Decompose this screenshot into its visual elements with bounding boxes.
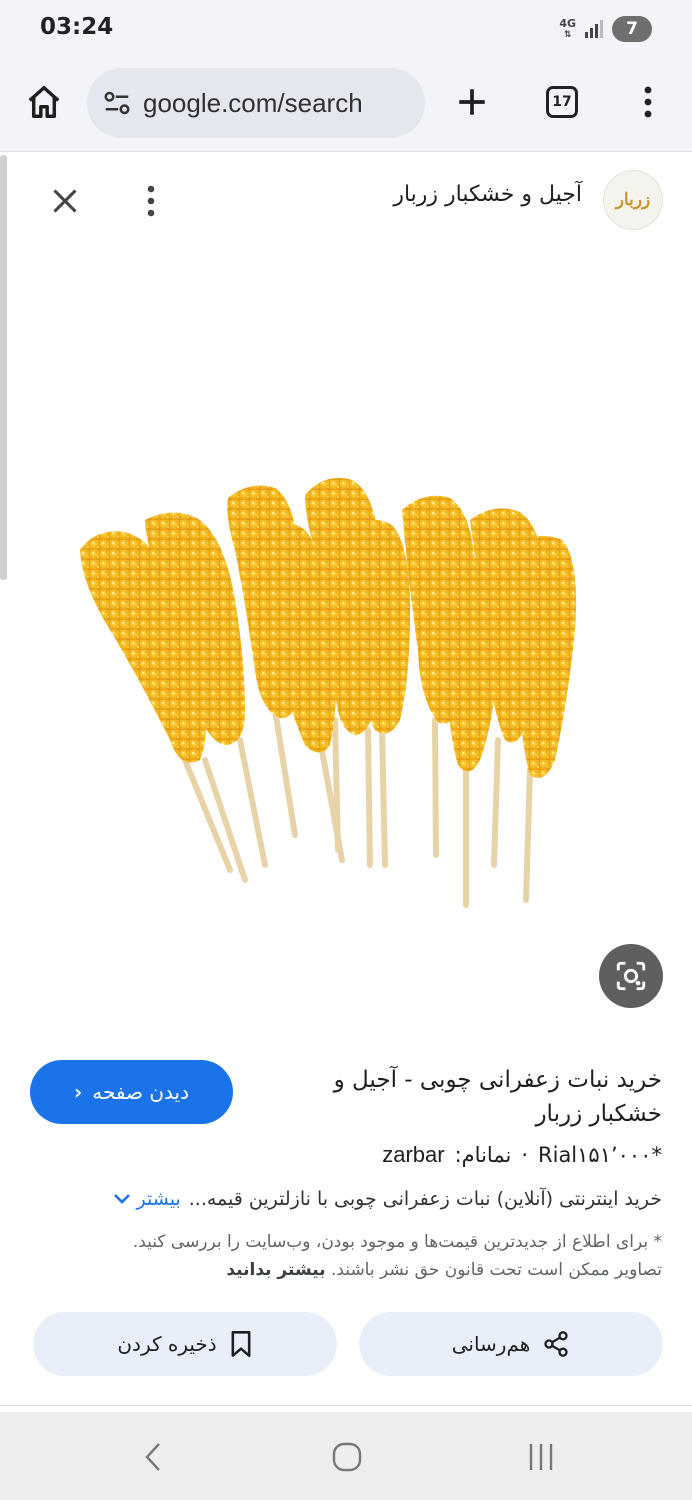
browser-menu-button[interactable]	[624, 78, 672, 126]
address-bar[interactable]: google.com/search	[87, 68, 425, 138]
url-text: google.com/search	[143, 87, 363, 118]
chevron-down-icon	[113, 1194, 130, 1204]
browser-toolbar: google.com/search 17	[0, 58, 692, 152]
home-nav-button[interactable]	[322, 1432, 372, 1482]
home-icon	[28, 86, 60, 118]
recents-icon	[529, 1444, 553, 1470]
visit-page-label: دیدن صفحه	[92, 1080, 189, 1104]
status-icons: 4G ⇅ 7	[559, 14, 652, 44]
home-circle-icon	[332, 1442, 362, 1472]
back-icon	[145, 1443, 160, 1471]
plus-icon	[459, 89, 485, 115]
status-bar: 03:24 4G ⇅ 7	[0, 0, 692, 58]
learn-more-link[interactable]: بیشتر بدانید	[226, 1260, 325, 1280]
disclaimer: * برای اطلاع از جدیدترین قیمت‌ها و موجود…	[110, 1228, 662, 1284]
lens-search-button[interactable]	[599, 944, 663, 1008]
result-title[interactable]: خرید نبات زعفرانی چوبی - آجیل و خشکبار ز…	[292, 1063, 662, 1131]
disclaimer-text: * برای اطلاع از جدیدترین قیمت‌ها و موجود…	[132, 1232, 662, 1280]
chevron-left-icon: ‹	[74, 1080, 83, 1104]
more-label: بیشتر	[136, 1188, 181, 1210]
site-settings-icon[interactable]	[101, 87, 133, 119]
data-arrows-icon: ⇅	[563, 29, 572, 40]
save-button[interactable]: ذخیره کردن	[33, 1312, 337, 1376]
save-label: ذخیره کردن	[117, 1332, 217, 1356]
recents-button[interactable]	[516, 1432, 566, 1482]
share-label: هم‌رسانی	[451, 1332, 531, 1356]
back-button[interactable]	[128, 1432, 178, 1482]
visit-page-button[interactable]: دیدن صفحه ‹	[30, 1060, 233, 1124]
share-icon	[544, 1331, 568, 1357]
close-button[interactable]	[40, 176, 90, 226]
more-vertical-icon	[644, 86, 652, 118]
more-vertical-icon	[147, 185, 155, 217]
bookmark-icon	[231, 1331, 251, 1357]
product-image[interactable]	[0, 240, 692, 1040]
battery-indicator: 7	[612, 16, 652, 42]
source-logo-text: زربار	[615, 190, 651, 210]
result-meta: *Rial۱۵۱٬۰۰۰ · نمانام: zarbar	[382, 1142, 662, 1168]
home-button[interactable]	[20, 78, 68, 126]
close-icon	[53, 189, 77, 213]
status-time: 03:24	[40, 14, 114, 40]
price: *Rial۱۵۱٬۰۰۰	[538, 1143, 662, 1167]
site-prefix: نمانام:	[454, 1143, 512, 1167]
signal-icon	[585, 20, 603, 38]
tab-switcher-button[interactable]: 17	[538, 78, 586, 126]
tab-count: 17	[546, 86, 578, 118]
divider	[0, 1405, 692, 1406]
site-domain: zarbar	[382, 1142, 445, 1167]
source-name[interactable]: آجیل و خشکبار زربار	[393, 182, 582, 207]
new-tab-button[interactable]	[448, 78, 496, 126]
more-button[interactable]: بیشتر	[113, 1188, 181, 1210]
network-type: 4G ⇅	[559, 16, 576, 40]
share-button[interactable]: هم‌رسانی	[359, 1312, 663, 1376]
network-label: 4G	[559, 16, 576, 30]
source-logo[interactable]: زربار	[603, 170, 663, 230]
result-description: خرید اینترنتی (آنلاین) نبات زعفرانی چوبی…	[188, 1188, 662, 1210]
result-description-row: خرید اینترنتی (آنلاین) نبات زعفرانی چوبی…	[36, 1188, 662, 1210]
viewer-more-button[interactable]	[128, 176, 174, 226]
navigation-bar	[0, 1412, 692, 1500]
lens-icon	[616, 961, 646, 991]
meta-separator: ·	[521, 1143, 529, 1167]
